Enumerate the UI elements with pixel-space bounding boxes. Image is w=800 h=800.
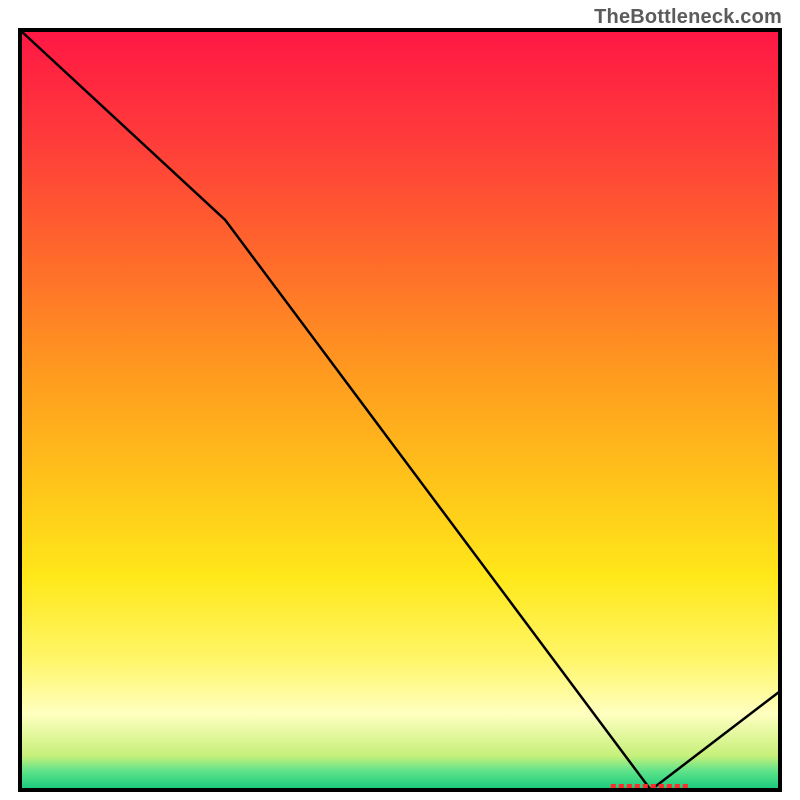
plot-background <box>20 30 780 790</box>
bottleneck-chart <box>0 0 800 800</box>
chart-stage: TheBottleneck.com <box>0 0 800 800</box>
